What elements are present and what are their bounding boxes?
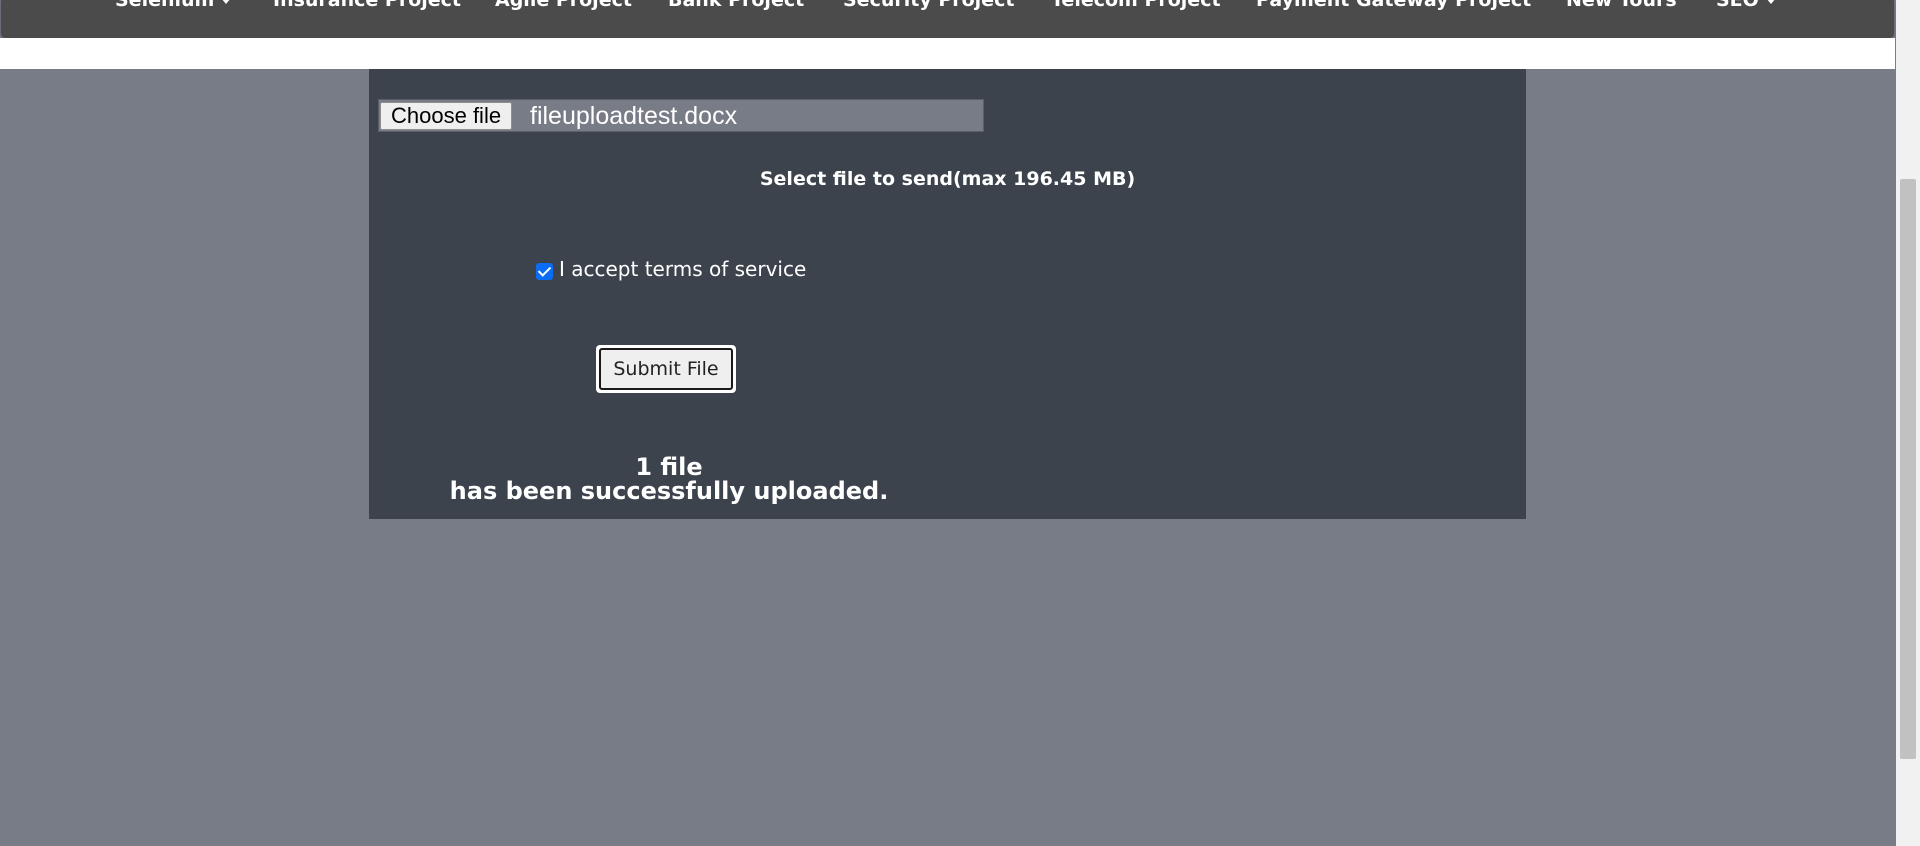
nav-item-label: Bank Project — [668, 0, 805, 11]
select-file-label: Select file to send(max 196.45 MB) — [759, 168, 1136, 190]
caret-down-icon — [221, 0, 232, 4]
nav-item-label: Telecom Project — [1051, 0, 1221, 11]
nav-item-label: Security Project — [843, 0, 1015, 11]
nav-item-bank-project[interactable]: Bank Project — [668, 0, 804, 10]
nav-item-label: Insurance Project — [273, 0, 462, 11]
nav-item-new-tours[interactable]: New Tours — [1566, 0, 1677, 10]
selected-file-name: fileuploadtest.docx — [530, 102, 738, 130]
nav-item-insurance-project[interactable]: Insurance Project — [273, 0, 461, 10]
file-input[interactable]: Choose file fileuploadtest.docx — [378, 99, 984, 132]
nav-item-selenium[interactable]: Selenium — [115, 0, 232, 11]
page: Selenium Insurance Project Agile Project… — [0, 0, 1920, 846]
nav-item-label: Payment Gateway Project — [1256, 0, 1532, 11]
top-navbar: Selenium Insurance Project Agile Project… — [1, 0, 1894, 38]
nav-item-seo[interactable]: SEO — [1716, 0, 1776, 10]
result-status: has been successfully uploaded. — [449, 477, 889, 505]
nav-item-label: Selenium — [115, 0, 215, 11]
terms-row: I accept terms of service — [536, 257, 806, 281]
nav-item-security-project[interactable]: Security Project — [843, 0, 1014, 10]
upload-result-message: 1 file has been successfully uploaded. — [369, 455, 969, 503]
nav-item-telecom-project[interactable]: Telecom Project — [1051, 0, 1221, 10]
vertical-scrollbar[interactable] — [1896, 0, 1920, 846]
submit-file-button[interactable]: Submit File — [596, 345, 736, 393]
nav-item-label: SEO — [1716, 0, 1759, 11]
caret-down-icon — [1765, 0, 1776, 4]
choose-file-button[interactable]: Choose file — [380, 102, 513, 130]
submit-file-button-label: Submit File — [599, 348, 733, 390]
nav-item-payment-gateway-project[interactable]: Payment Gateway Project — [1256, 0, 1531, 10]
terms-label: I accept terms of service — [559, 257, 807, 281]
nav-item-label: Agile Project — [495, 0, 632, 11]
terms-checkbox[interactable] — [536, 262, 553, 280]
upload-panel: Choose file fileuploadtest.docx Select f… — [369, 69, 1526, 519]
scrollbar-thumb[interactable] — [1900, 179, 1916, 759]
nav-item-agile-project[interactable]: Agile Project — [495, 0, 632, 10]
header-spacer — [0, 38, 1895, 69]
nav-item-label: New Tours — [1566, 0, 1677, 11]
